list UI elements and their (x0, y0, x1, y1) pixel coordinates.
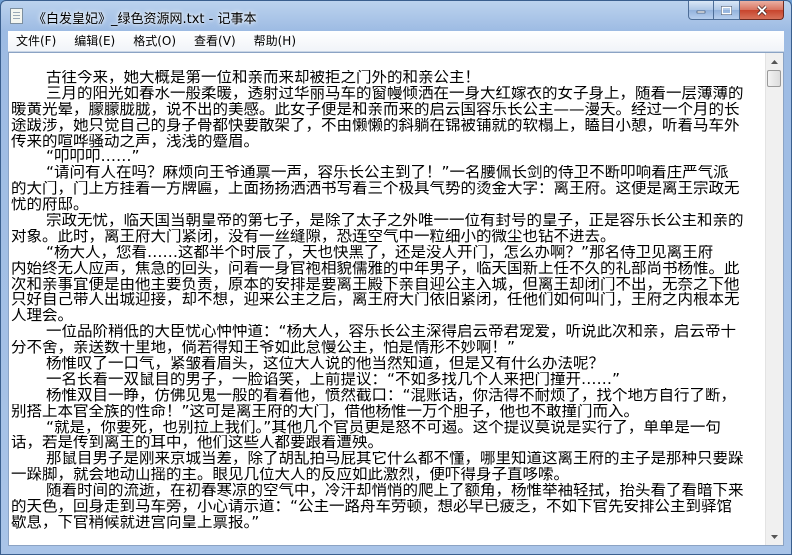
text-line: 随着时间的流逝，在初春寒凉的空气中，冷汗却悄悄的爬上了额角，杨惟举袖轻拭，抬头看… (46, 483, 744, 500)
text-line: “就是，你要死，也别拉上我们。”其他几个官员更是怒不可遏。这个提议莫说是实行了，… (46, 419, 721, 436)
arrow-up-icon (770, 59, 778, 64)
text-line: 只好自己带人出城迎接，却不想，迎来公主之后，离王府大门依旧紧闭，任他们如何叫门，… (11, 292, 740, 309)
text-line: 忧的府邸。 (11, 197, 89, 214)
text-line: 一位品阶稍低的大臣忧心忡忡道：“杨大人，容乐长公主深得启云帝君宠爱，听说此次和亲… (46, 324, 737, 341)
text-line: 古往今来，她大概是第一位和亲而来却被拒之门外的和亲公主！ (46, 70, 481, 86)
text-line: 暖黄光晕，朦朦胧胧，说不出的美感。此女子便是和亲而来的启云国容乐长公主——漫夭。… (11, 101, 740, 118)
text-line: 传来的喧哗骚动之声，浅浅的蹙眉。 (11, 133, 260, 150)
window-title: 《白发皇妃》_绿色资源网.txt - 记事本 (33, 12, 257, 27)
menu-format[interactable]: 格式(O) (125, 31, 176, 51)
close-button[interactable] (740, 1, 784, 20)
text-line: 人理会。 (11, 308, 74, 325)
text-line: 对象。此时，离王府大门紧闭，没有一丝缝隙，恐连空气中一粒细小的微尘也钻不进去。 (11, 228, 616, 245)
arrow-down-icon (770, 534, 778, 539)
text-content[interactable]: 古往今来，她大概是第一位和亲而来却被拒之门外的和亲公主！ 三月的阳光如春水一般柔暖… (11, 70, 763, 531)
text-line: 途跋涉，她只觉自己的身子骨都快要散架了，不由懒懒的斜躺在锦被铺就的软榻上，瞌目小… (11, 117, 740, 134)
vertical-scrollbar[interactable] (765, 53, 783, 545)
maximize-icon (721, 5, 732, 15)
caption-buttons (688, 1, 784, 20)
menu-view[interactable]: 查看(V) (186, 31, 236, 51)
minimize-button[interactable] (688, 1, 714, 20)
text-line: 宗政无忧，临天国当朝皇帝的第七子，是除了太子之外唯一一位有封号的皇子，正是容乐长… (46, 213, 744, 229)
scrollbar-thumb[interactable] (767, 70, 781, 87)
minimize-icon (696, 10, 706, 14)
text-line: 杨惟双目一睁，仿佛见鬼一般的看着他，愤然截口：“混账话，你活得不耐烦了，找个地方… (46, 387, 737, 404)
text-line: 话，若是传到离王的耳中，他们这些人都要跟着遭殃。 (11, 435, 384, 452)
menu-bar: 文件(F) 编辑(E) 格式(O) 查看(V) 帮助(H) (8, 31, 784, 52)
scroll-down-button[interactable] (766, 528, 782, 545)
text-line: 三月的阳光如春水一般柔暖，透射过华丽马车的窗幔倾洒在一身大红嫁衣的女子身上，随着… (46, 85, 744, 102)
text-line: 歇息，下官稍候就进宫向皇上禀报。” (11, 514, 260, 531)
text-line: 那鼠目男子是刚来京城当差，除了胡乱拍马屁其它什么都不懂，哪里知道这离王府的主子是… (46, 451, 744, 468)
text-line: 的大门，门上方挂着一方牌匾，上面扬扬洒洒书写着三个极具气势的烫金大字：离王府。这… (11, 181, 740, 198)
menu-edit[interactable]: 编辑(E) (66, 31, 115, 51)
notepad-window: 《白发皇妃》_绿色资源网.txt - 记事本 文件(F) 编辑(E) 格式(O)… (0, 0, 792, 555)
text-line: 一跺脚，就会地动山摇的主。眼见几位大人的反应如此激烈，便吓得身子直哆嗦。 (11, 467, 570, 484)
text-line: 杨惟叹了一口气，紧皱着眉头，这位大人说的他当然知道，但是又有什么办法呢？ (46, 356, 605, 372)
text-line: 的天色，回身走到马车旁，小心请示道：“公主一路舟车劳顿，想必早已疲乏，不如下官先… (11, 499, 733, 515)
text-editor[interactable]: 古往今来，她大概是第一位和亲而来却被拒之门外的和亲公主！ 三月的阳光如春水一般柔暖… (8, 52, 784, 546)
scroll-up-button[interactable] (766, 53, 782, 70)
text-line: “请问有人在吗？麻烦向王爷通禀一声，容乐长公主到了！”一名腰佩长剑的侍卫不断叩响… (46, 165, 729, 182)
text-line: 内始终无人应声，焦急的回头，问着一身官袍相貌儒雅的中年男子，临天国新上任不久的礼… (11, 260, 740, 277)
text-line: 分不舍，亲送数十里地，倘若得知王爷如此怠慢公主，怕是情形不妙啊！” (11, 340, 516, 357)
text-line: 一名长着一双鼠目的男子，一脸谄笑，上前提议：“不如多找几个人来把门撞开……” (46, 371, 621, 388)
text-line: “叩叩叩……” (46, 149, 140, 166)
text-line: 次和亲事宜便是由他主要负责，原本的安排是要离王殿下亲自迎公主入城，但离王却闭门不… (11, 276, 740, 293)
text-line: 别搭上本官全族的性命！”这可是离王府的大门，借他杨惟一万个胆子，他也不敢撞门而入… (11, 403, 640, 420)
notepad-icon[interactable] (10, 8, 23, 24)
close-icon (756, 4, 767, 16)
menu-help[interactable]: 帮助(H) (246, 31, 296, 51)
text-line: “杨大人，您看……这都半个时辰了，天也快黑了，还是没人开门，怎么办啊？”那名侍卫… (46, 244, 714, 261)
title-bar[interactable]: 《白发皇妃》_绿色资源网.txt - 记事本 (1, 1, 791, 31)
menu-file[interactable]: 文件(F) (8, 31, 56, 51)
maximize-button[interactable] (714, 1, 740, 20)
